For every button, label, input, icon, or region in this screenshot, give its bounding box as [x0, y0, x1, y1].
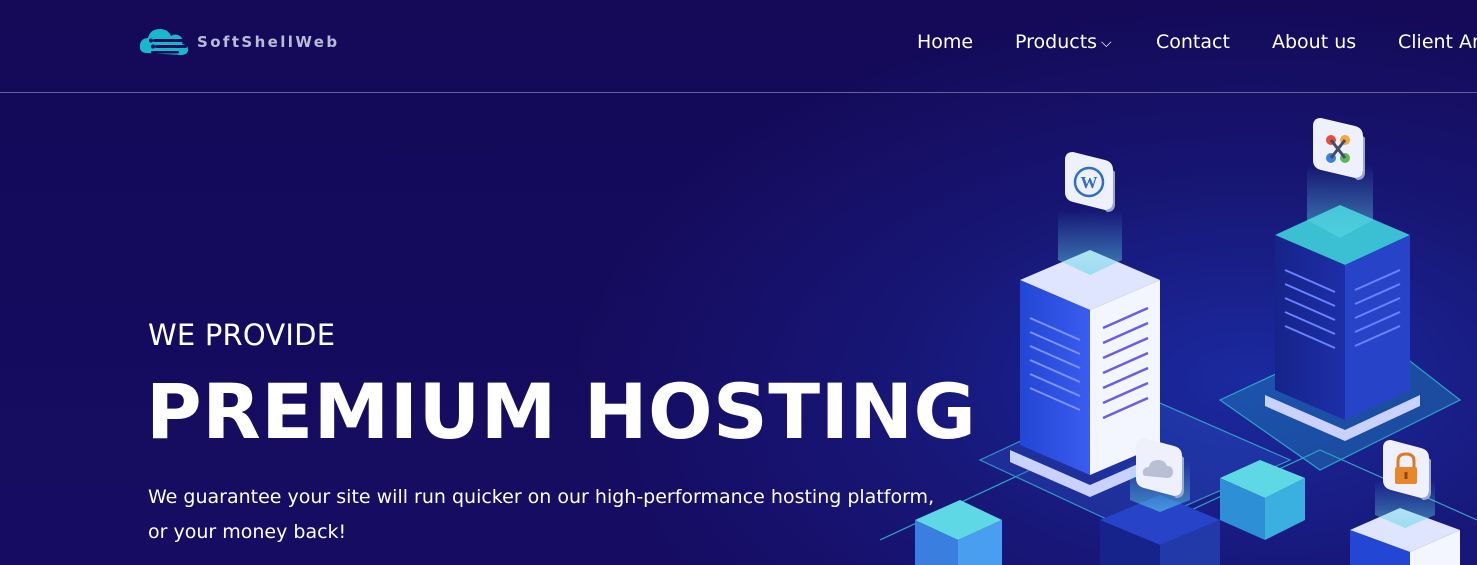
wordpress-icon: W	[1065, 152, 1115, 212]
nav-about-us[interactable]: About us	[1272, 31, 1356, 53]
nav-home[interactable]: Home	[917, 31, 973, 53]
chevron-down-icon: ⌵	[1101, 35, 1112, 51]
server-illustration: W	[880, 118, 1477, 565]
nav-contact[interactable]: Contact	[1156, 31, 1230, 53]
hero-headline: PREMIUM HOSTING	[146, 367, 977, 456]
site-header: SoftShellWeb Home Products ⌵ Contact Abou…	[0, 0, 1477, 93]
svg-text:W: W	[1081, 173, 1098, 192]
site-logo[interactable]: SoftShellWeb	[137, 25, 339, 59]
logo-text: SoftShellWeb	[197, 33, 340, 51]
hero-eyebrow: WE PROVIDE	[148, 318, 336, 352]
cloud-logo-icon	[139, 29, 189, 55]
hero-subtext: We guarantee your site will run quicker …	[148, 486, 935, 543]
nav-products[interactable]: Products ⌵	[1015, 31, 1112, 53]
nav-client-area[interactable]: Client Ar	[1398, 31, 1477, 53]
cube-front-left	[915, 500, 1002, 565]
nav-products-label: Products	[1015, 31, 1098, 53]
